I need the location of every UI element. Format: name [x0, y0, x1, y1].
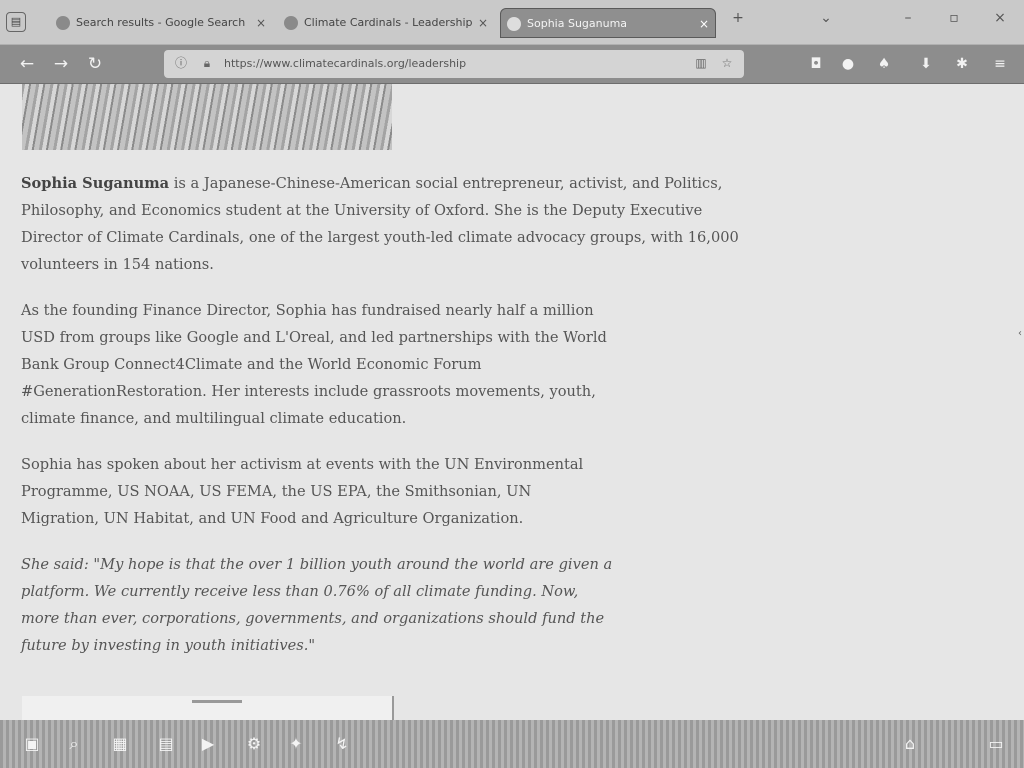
tab-bar: ▤ Search results - Google Search × Clima…: [0, 0, 1024, 45]
addons-icon[interactable]: ✱: [952, 54, 972, 74]
url-bar[interactable]: ⓘ 🔒︎ https://www.climatecardinals.org/le…: [164, 50, 744, 78]
display-icon[interactable]: ▭: [986, 734, 1006, 754]
maximize-icon[interactable]: ▫: [944, 10, 964, 26]
person-name: Sophia Suganuma: [21, 175, 170, 192]
settings-icon[interactable]: ⚙: [244, 734, 264, 754]
next-section-box: [22, 696, 394, 720]
close-tab-icon[interactable]: ×: [256, 8, 266, 38]
page-favicon-icon: [284, 16, 298, 30]
pocket-icon[interactable]: ◘: [806, 54, 826, 74]
tab-climate-cardinals[interactable]: Climate Cardinals - Leadership ×: [278, 8, 494, 38]
system-tray-icon[interactable]: ⌂: [900, 734, 920, 754]
tab-title: Sophia Suganuma: [527, 17, 628, 30]
article-body: Sophia Suganuma is a Japanese-Chinese-Am…: [21, 170, 751, 678]
tab-title: Climate Cardinals - Leadership: [304, 16, 473, 29]
navigation-toolbar: ← → ↻ ⓘ 🔒︎ https://www.climatecardinals.…: [0, 45, 1024, 84]
apps-icon[interactable]: ▤: [156, 734, 176, 754]
profile-photo: [22, 84, 392, 150]
url-text[interactable]: https://www.climatecardinals.org/leaders…: [224, 50, 466, 78]
updates-icon[interactable]: ↯: [332, 734, 352, 754]
site-info-icon[interactable]: ⓘ: [174, 56, 188, 70]
bookmark-star-icon[interactable]: ☆: [720, 56, 734, 70]
search-icon[interactable]: ⌕: [64, 734, 84, 754]
reader-view-icon[interactable]: ▥: [694, 56, 708, 70]
reload-icon[interactable]: ↻: [84, 53, 106, 75]
bio-paragraph-2: As the founding Finance Director, Sophia…: [21, 302, 607, 427]
close-tab-icon[interactable]: ×: [699, 9, 709, 37]
new-tab-icon[interactable]: +: [728, 10, 748, 26]
quote-paragraph: She said: "My hope is that the over 1 bi…: [21, 556, 613, 654]
minimize-icon[interactable]: –: [898, 10, 918, 26]
page-favicon-icon: [507, 17, 521, 31]
extensions-icon[interactable]: ♠: [874, 54, 894, 74]
media-icon[interactable]: ▶: [198, 734, 218, 754]
tab-sophia-suganuma[interactable]: Sophia Suganuma ×: [500, 8, 716, 38]
tab-title: Search results - Google Search: [76, 16, 246, 29]
page-content: Sophia Suganuma is a Japanese-Chinese-Am…: [0, 84, 1024, 720]
account-icon[interactable]: ●: [838, 54, 858, 74]
list-all-tabs-icon[interactable]: ⌄: [816, 10, 836, 26]
bio-paragraph-3: Sophia has spoken about her activism at …: [21, 456, 584, 527]
forward-icon[interactable]: →: [50, 53, 72, 75]
scroll-indicator[interactable]: ‹: [1018, 328, 1024, 342]
network-icon[interactable]: ✦: [286, 734, 306, 754]
back-icon[interactable]: ←: [16, 53, 38, 75]
window-close-icon[interactable]: ×: [990, 10, 1010, 26]
lock-icon[interactable]: 🔒︎: [200, 56, 214, 70]
files-icon[interactable]: ▣: [22, 734, 42, 754]
taskbar: ▣ ⌕ ▦ ▤ ▶ ⚙ ✦ ↯ ⌂ ▭: [0, 720, 1024, 768]
tab-google-search[interactable]: Search results - Google Search ×: [50, 8, 272, 38]
google-favicon-icon: [56, 16, 70, 30]
divider: [192, 700, 242, 703]
tab-overview-icon[interactable]: ▤: [6, 12, 26, 32]
close-tab-icon[interactable]: ×: [478, 8, 488, 38]
photos-icon[interactable]: ▦: [110, 734, 130, 754]
downloads-icon[interactable]: ⬇: [916, 54, 936, 74]
menu-icon[interactable]: ≡: [990, 54, 1010, 74]
bio-paragraph-1: Sophia Suganuma is a Japanese-Chinese-Am…: [21, 170, 751, 278]
